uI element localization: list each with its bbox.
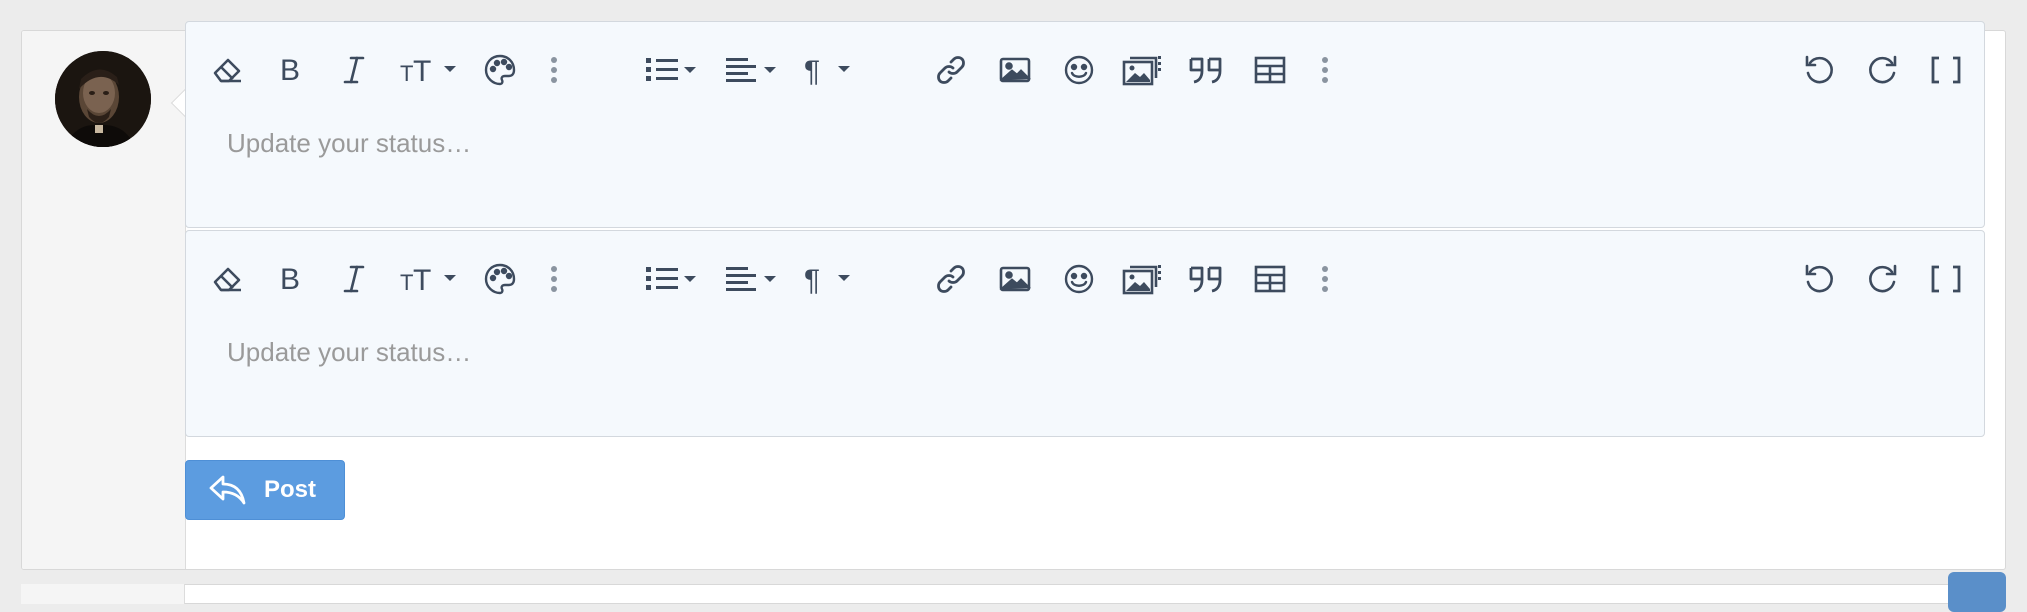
svg-text:T: T xyxy=(400,61,413,85)
italic-icon[interactable] xyxy=(332,48,376,92)
eraser-icon[interactable] xyxy=(206,48,250,92)
more-vert-icon[interactable] xyxy=(532,48,576,92)
svg-text:T: T xyxy=(413,264,431,294)
redo-icon[interactable] xyxy=(1861,48,1905,92)
italic-icon[interactable] xyxy=(332,257,376,301)
next-block xyxy=(21,584,2006,604)
post-button-label: Post xyxy=(264,476,317,503)
svg-text:B: B xyxy=(280,264,300,294)
text-size-icon[interactable]: TT xyxy=(400,48,460,92)
table-icon[interactable] xyxy=(1248,48,1292,92)
image-icon[interactable] xyxy=(993,48,1037,92)
undo-icon[interactable] xyxy=(1797,48,1841,92)
smiley-icon[interactable] xyxy=(1057,48,1101,92)
more-vert-icon[interactable] xyxy=(532,257,576,301)
svg-text:¶: ¶ xyxy=(804,264,820,294)
table-icon[interactable] xyxy=(1248,257,1292,301)
bold-icon[interactable]: B xyxy=(269,257,313,301)
svg-text:T: T xyxy=(400,270,413,294)
palette-icon[interactable] xyxy=(478,257,522,301)
align-icon[interactable] xyxy=(724,257,784,301)
status-editor-2[interactable]: B TT ¶ Update your status… xyxy=(185,230,1985,437)
list-icon[interactable] xyxy=(644,257,704,301)
user-column xyxy=(22,31,186,569)
editor-toolbar: B TT ¶ xyxy=(186,231,1984,321)
fullscreen-icon[interactable] xyxy=(1924,257,1968,301)
more-vert-icon[interactable] xyxy=(1303,257,1347,301)
next-user-column xyxy=(21,584,185,604)
status-placeholder[interactable]: Update your status… xyxy=(227,128,471,159)
fullscreen-icon[interactable] xyxy=(1924,48,1968,92)
media-icon[interactable] xyxy=(1120,48,1164,92)
link-icon[interactable] xyxy=(929,257,973,301)
svg-text:T: T xyxy=(413,55,431,85)
scroll-button[interactable] xyxy=(1948,572,2006,612)
more-vert-icon[interactable] xyxy=(1303,48,1347,92)
status-editor-1[interactable]: B TT ¶ Update your status… xyxy=(185,21,1985,228)
bold-icon[interactable]: B xyxy=(269,48,313,92)
avatar[interactable] xyxy=(55,51,151,147)
editor-toolbar: B TT ¶ xyxy=(186,22,1984,112)
list-icon[interactable] xyxy=(644,48,704,92)
media-icon[interactable] xyxy=(1120,257,1164,301)
align-icon[interactable] xyxy=(724,48,784,92)
post-button[interactable]: Post xyxy=(185,460,345,520)
undo-icon[interactable] xyxy=(1797,257,1841,301)
reply-icon xyxy=(208,473,248,507)
image-icon[interactable] xyxy=(993,257,1037,301)
status-placeholder[interactable]: Update your status… xyxy=(227,337,471,368)
svg-text:B: B xyxy=(280,55,300,85)
redo-icon[interactable] xyxy=(1861,257,1905,301)
paragraph-icon[interactable]: ¶ xyxy=(804,48,864,92)
quote-icon[interactable] xyxy=(1184,48,1228,92)
text-size-icon[interactable]: TT xyxy=(400,257,460,301)
palette-icon[interactable] xyxy=(478,48,522,92)
svg-text:¶: ¶ xyxy=(804,55,820,85)
eraser-icon[interactable] xyxy=(206,257,250,301)
smiley-icon[interactable] xyxy=(1057,257,1101,301)
link-icon[interactable] xyxy=(929,48,973,92)
quote-icon[interactable] xyxy=(1184,257,1228,301)
paragraph-icon[interactable]: ¶ xyxy=(804,257,864,301)
